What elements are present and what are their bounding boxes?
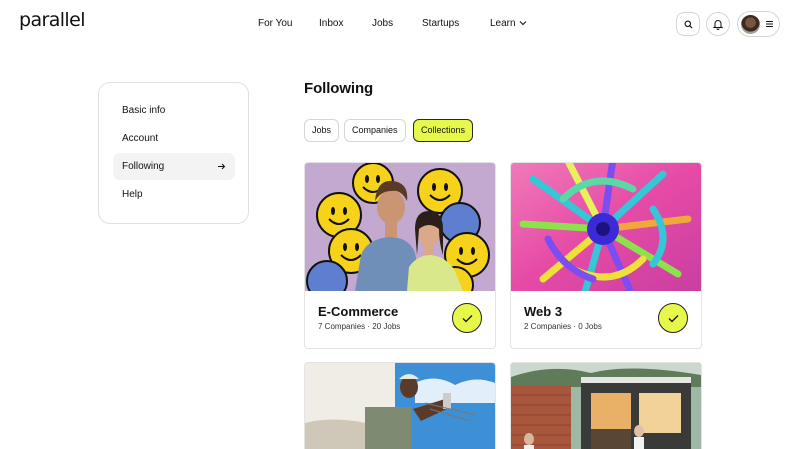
- following-toggle-button[interactable]: [658, 303, 688, 333]
- search-icon: [684, 20, 693, 29]
- collection-card[interactable]: [510, 362, 702, 449]
- nav-jobs[interactable]: Jobs: [372, 17, 393, 31]
- collection-image: [511, 363, 701, 449]
- sidebar-item-help[interactable]: Help: [113, 181, 235, 208]
- avatar: [741, 15, 760, 34]
- nav-learn[interactable]: Learn: [490, 17, 527, 31]
- page-title: Following: [304, 80, 374, 97]
- collection-card-ecommerce[interactable]: E-Commerce 7 Companies · 20 Jobs: [304, 162, 496, 349]
- notifications-button[interactable]: [706, 12, 730, 36]
- collection-meta: 7 Companies · 20 Jobs: [318, 322, 401, 331]
- sidebar-item-basic-info[interactable]: Basic info: [113, 97, 235, 124]
- check-icon: [462, 314, 472, 322]
- bell-icon: [713, 19, 723, 30]
- collection-card[interactable]: [304, 362, 496, 449]
- filter-jobs[interactable]: Jobs: [304, 119, 340, 142]
- following-toggle-button[interactable]: [452, 303, 482, 333]
- hamburger-menu-icon: [766, 21, 773, 27]
- collection-image-web3: [511, 163, 701, 291]
- sidebar-item-label: Following: [122, 161, 165, 172]
- filter-companies[interactable]: Companies: [344, 119, 406, 142]
- collection-card-web3[interactable]: Web 3 2 Companies · 0 Jobs: [510, 162, 702, 349]
- search-button[interactable]: [676, 12, 700, 36]
- sidebar-item-account[interactable]: Account: [113, 125, 235, 152]
- collection-image: [305, 363, 495, 449]
- collection-image-ecommerce: [305, 163, 495, 291]
- collection-title: E-Commerce: [318, 304, 399, 319]
- top-header: parallel For You Inbox Jobs Startups Lea…: [0, 0, 800, 46]
- collection-title: Web 3: [524, 304, 563, 319]
- nav-for-you[interactable]: For You: [258, 17, 292, 31]
- nav-startups[interactable]: Startups: [422, 17, 459, 31]
- check-icon: [668, 314, 678, 322]
- arrow-right-icon: [218, 163, 226, 170]
- profile-menu-button[interactable]: [737, 11, 780, 37]
- settings-sidebar: Basic info Account Following Help: [98, 82, 249, 224]
- collection-meta: 2 Companies · 0 Jobs: [524, 322, 602, 331]
- filter-collections[interactable]: Collections: [413, 119, 474, 142]
- nav-learn-label: Learn: [490, 18, 516, 29]
- sidebar-item-following[interactable]: Following: [113, 153, 235, 180]
- nav-inbox[interactable]: Inbox: [319, 17, 343, 31]
- chevron-down-icon: [519, 21, 526, 26]
